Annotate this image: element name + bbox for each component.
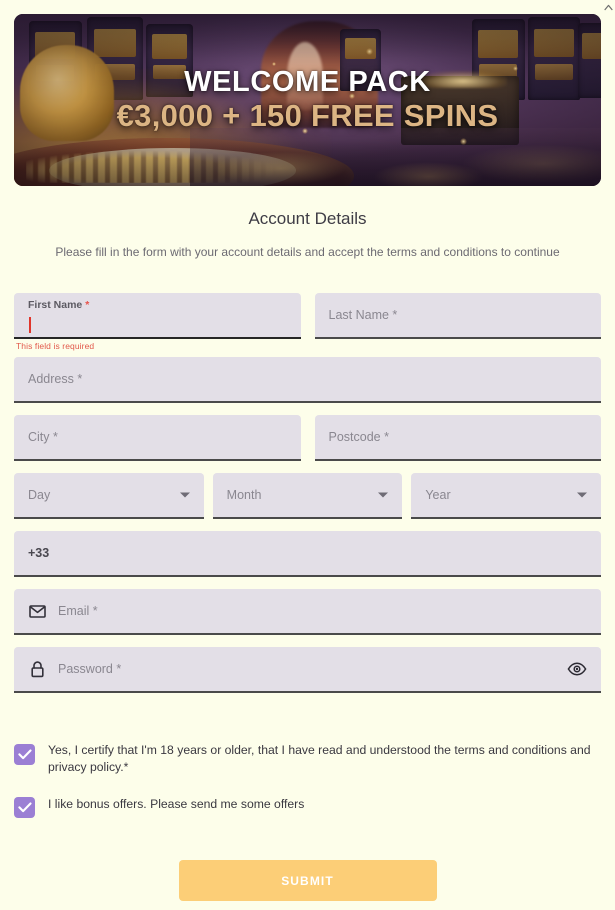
first-name-error: This field is required — [16, 341, 95, 351]
address-row: Address * — [14, 357, 601, 403]
year-placeholder: Year — [425, 488, 451, 502]
account-details-form: First Name * This field is required Last… — [14, 293, 602, 705]
address-placeholder: Address * — [28, 372, 83, 386]
address-field[interactable]: Address * — [14, 357, 601, 403]
banner-offer: €3,000 + 150 FREE SPINS — [116, 98, 499, 134]
page-title: Account Details — [248, 209, 367, 228]
bonus-offers-consent-row[interactable]: I like bonus offers. Please send me some… — [14, 796, 601, 818]
submit-area: SUBMIT — [0, 860, 615, 901]
scroll-up-arrow-icon[interactable] — [602, 1, 615, 14]
name-row: First Name * This field is required Last… — [14, 293, 601, 351]
check-icon — [17, 749, 32, 760]
year-select[interactable]: Year — [411, 473, 602, 519]
last-name-placeholder: Last Name * — [328, 308, 398, 322]
consent-section: Yes, I certify that I'm 18 years or olde… — [14, 737, 601, 838]
password-placeholder: Password * — [58, 662, 122, 676]
page-scrollbar[interactable] — [602, 0, 615, 910]
submit-button[interactable]: SUBMIT — [178, 860, 437, 901]
age-terms-consent-row[interactable]: Yes, I certify that I'm 18 years or olde… — [14, 737, 601, 776]
phone-field[interactable]: +33 — [14, 531, 601, 577]
required-asterisk: * — [85, 299, 90, 311]
bonus-offers-label: I like bonus offers. Please send me some… — [48, 796, 305, 811]
first-name-label: First Name * — [28, 299, 90, 311]
month-select[interactable]: Month — [212, 473, 403, 519]
bonus-offers-checkbox[interactable] — [14, 796, 35, 818]
envelope-icon — [28, 602, 46, 620]
phone-country-code: +33 — [28, 546, 50, 560]
check-icon — [17, 802, 32, 812]
promo-banner: WELCOME PACK €3,000 + 150 FREE SPINS — [14, 14, 601, 186]
city-field[interactable]: City * — [14, 415, 301, 461]
chevron-down-icon — [577, 492, 588, 498]
day-select[interactable]: Day — [14, 473, 204, 519]
page-subtitle: Please fill in the form with your accoun… — [55, 245, 560, 259]
email-placeholder: Email * — [58, 604, 98, 618]
city-postcode-row: City * Postcode * — [14, 415, 601, 461]
email-field[interactable]: Email * — [14, 589, 601, 635]
lock-icon — [28, 660, 46, 678]
month-placeholder: Month — [226, 488, 262, 502]
registration-page: WELCOME PACK €3,000 + 150 FREE SPINS Acc… — [0, 0, 615, 910]
last-name-field[interactable]: Last Name * — [314, 293, 601, 339]
text-cursor — [29, 317, 31, 333]
email-row: Email * — [14, 589, 601, 635]
phone-row: +33 — [14, 531, 601, 577]
postcode-placeholder: Postcode * — [328, 430, 389, 444]
first-name-field[interactable]: First Name * This field is required — [14, 293, 301, 351]
password-row: Password * — [14, 647, 601, 693]
password-field[interactable]: Password * — [14, 647, 601, 693]
age-terms-checkbox[interactable] — [14, 744, 35, 765]
eye-icon[interactable] — [567, 659, 587, 679]
day-placeholder: Day — [28, 488, 51, 502]
birthdate-row: Day Month Year — [14, 473, 602, 519]
age-terms-label: Yes, I certify that I'm 18 years or olde… — [48, 743, 591, 774]
chevron-down-icon — [179, 492, 190, 498]
city-placeholder: City * — [28, 430, 58, 444]
postcode-field[interactable]: Postcode * — [314, 415, 601, 461]
chevron-down-icon — [378, 492, 389, 498]
banner-headline: WELCOME PACK — [184, 66, 431, 99]
